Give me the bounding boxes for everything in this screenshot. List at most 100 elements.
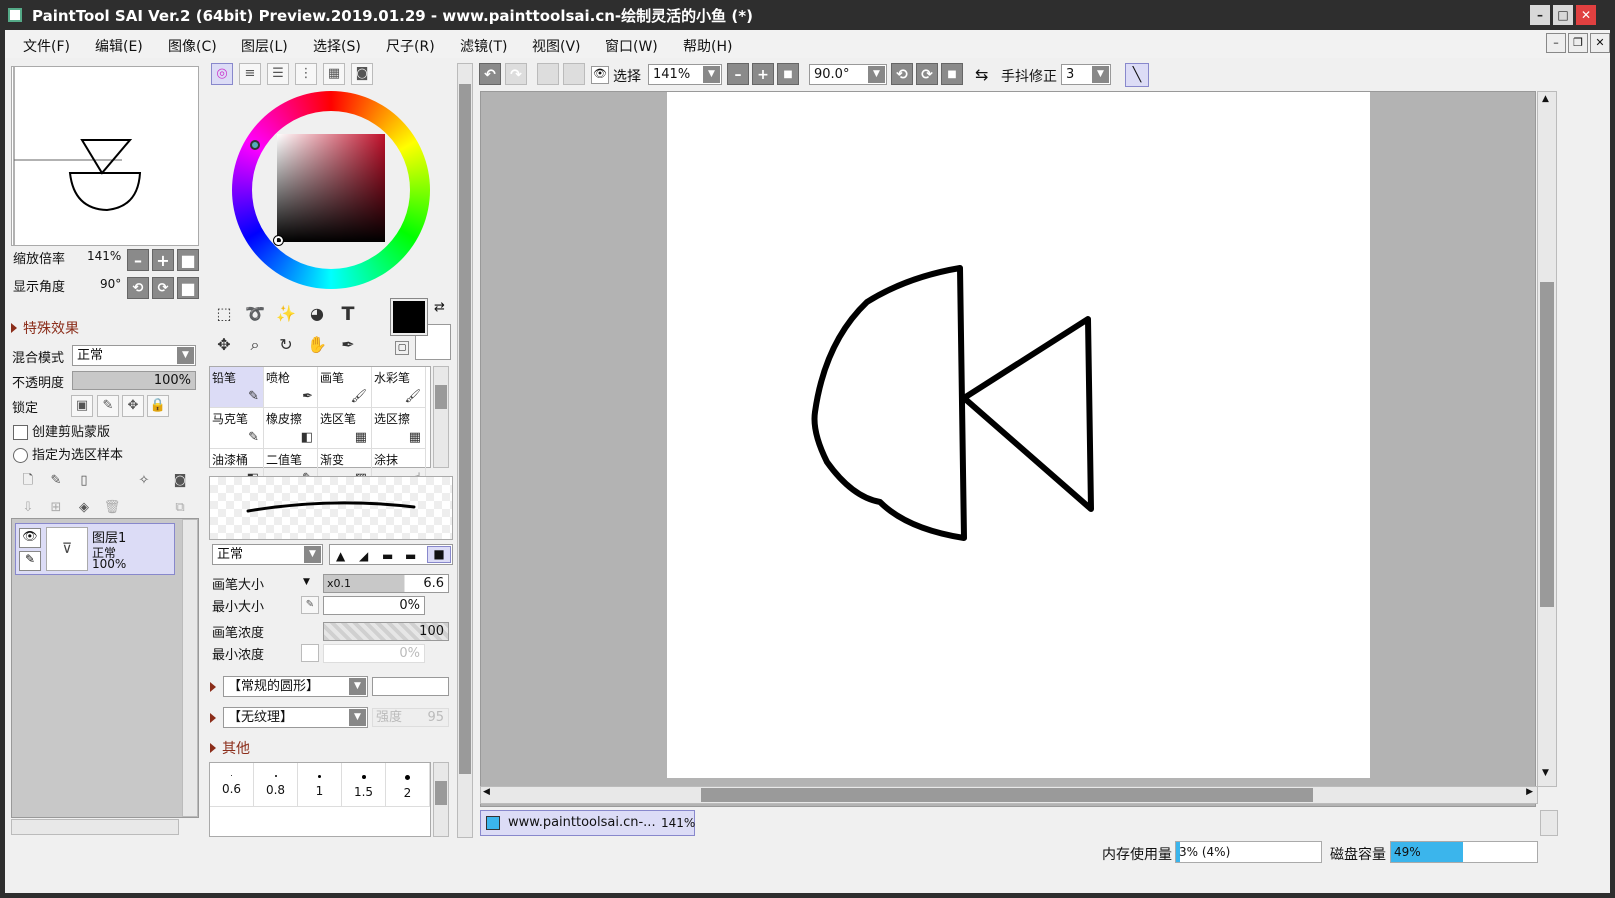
minimize-button[interactable]: – [1530, 5, 1550, 25]
rotate-right-button[interactable]: ⟳ [152, 277, 174, 299]
other-section[interactable]: 其他 [210, 738, 250, 758]
navigator-preview[interactable] [11, 66, 199, 246]
rotate-reset-button[interactable]: ■ [177, 277, 199, 299]
deselect-button[interactable] [537, 63, 559, 85]
shape-icon[interactable]: ◕ [304, 301, 330, 327]
clear-layer-icon[interactable]: ◈ [73, 498, 95, 520]
texture-strength-field[interactable]: 强度 95 [372, 708, 449, 727]
brush-tool-7[interactable]: 选区擦 ▦ [372, 408, 426, 449]
hand-tool-icon[interactable]: ✋ [304, 332, 330, 358]
redo-button[interactable]: ↷ [505, 63, 527, 85]
size-preset-0[interactable]: 0.6 [210, 763, 254, 807]
move-tool-icon[interactable]: ✥ [211, 332, 237, 358]
mask-icon[interactable]: ◙ [169, 471, 191, 493]
color-picker[interactable] [209, 88, 449, 298]
zoom-select[interactable]: 141% ▼ [648, 64, 722, 85]
blend-mode-select[interactable]: 正常 ▼ [72, 345, 196, 366]
canvas-vscrollbar[interactable]: ▲ ▼ [1537, 91, 1557, 787]
menu-view[interactable]: 视图(V) [532, 36, 581, 56]
hsv-slider-tab[interactable]: ☰ [267, 63, 289, 85]
opacity-slider[interactable]: 100% [72, 371, 196, 390]
brush-size-slider[interactable]: x0.1 6.6 [323, 574, 449, 593]
text-tool-icon[interactable]: T [335, 301, 361, 327]
effects-section[interactable]: 特殊效果 [11, 318, 79, 338]
angle-select[interactable]: 90.0° ▼ [809, 64, 887, 85]
tool-panel-scrollbar[interactable] [457, 63, 473, 838]
hue-handle[interactable] [250, 140, 260, 150]
zoom-tool-icon[interactable]: ⌕ [242, 332, 268, 358]
density-slider[interactable]: 100 [323, 622, 449, 641]
brush-shape-select[interactable]: 【常规的圆形】 ▼ [223, 676, 368, 697]
canvas-viewport[interactable] [480, 91, 1536, 807]
new-layer-icon[interactable]: 🗋 [17, 471, 39, 493]
toolbar-rotate-left-button[interactable]: ⟲ [891, 63, 913, 85]
menu-layer[interactable]: 图层(L) [241, 36, 288, 56]
pencil-icon[interactable]: ✎ [19, 551, 41, 571]
zoom-reset-button[interactable]: ■ [177, 249, 199, 271]
magic-wand-icon[interactable]: ✨ [273, 301, 299, 327]
tab-scroll[interactable] [1540, 810, 1558, 836]
scroll-left-icon[interactable]: ◀ [483, 787, 490, 797]
lock-all-icon[interactable]: 🔒 [147, 395, 169, 417]
pressure-size-icon[interactable]: ✎ [301, 596, 319, 614]
scroll-up-icon[interactable]: ▲ [1542, 94, 1549, 104]
lock-transparency-icon[interactable]: ▣ [71, 395, 93, 417]
eye-icon[interactable]: 👁 [19, 528, 41, 548]
eye-icon[interactable]: 👁 [591, 66, 609, 84]
zoom-in-button[interactable]: + [152, 249, 174, 271]
scratchpad-tab[interactable]: ◙ [351, 63, 373, 85]
rgb-slider-tab[interactable]: ≡ [239, 63, 261, 85]
size-expand-icon[interactable]: ▼ [303, 577, 310, 587]
color-handle[interactable] [273, 235, 284, 246]
lock-paint-icon[interactable]: ✎ [97, 395, 119, 417]
shape-hard-icon[interactable]: ■ [427, 546, 451, 563]
brush-mode-select[interactable]: 正常 ▼ [212, 544, 323, 565]
hscroll-thumb[interactable] [701, 788, 1313, 802]
merge-down-icon[interactable]: ⊞ [45, 498, 67, 520]
lock-move-icon[interactable]: ✥ [122, 395, 144, 417]
menu-select[interactable]: 选择(S) [313, 36, 361, 56]
shape-round-icon[interactable]: ◢ [359, 549, 368, 563]
layer-list-hscrollbar[interactable] [11, 819, 179, 835]
saturation-value-square[interactable] [277, 134, 385, 242]
brush-grid-scrollbar[interactable] [433, 366, 449, 468]
menu-help[interactable]: 帮助(H) [683, 36, 732, 56]
toolbar-zoom-in-button[interactable]: + [752, 63, 774, 85]
texture-expand-icon[interactable] [210, 713, 216, 723]
menu-filter[interactable]: 滤镜(T) [460, 36, 507, 56]
shape-soft-icon[interactable]: ▲ [336, 549, 345, 563]
brush-tool-4[interactable]: 马克笔 ✎ [210, 408, 264, 449]
sample-radio-row[interactable]: 指定为选区样本 [13, 444, 123, 463]
toolbar-zoom-reset-button[interactable]: ■ [777, 63, 799, 85]
sample-radio[interactable] [13, 448, 28, 463]
canvas-hscrollbar[interactable]: ◀ ▶ [480, 786, 1538, 804]
drawing-canvas[interactable] [667, 92, 1370, 778]
invert-select-button[interactable] [563, 63, 585, 85]
shape-flat-icon[interactable]: ▬ [382, 549, 393, 563]
layer-effect-icon[interactable]: ✧ [133, 471, 155, 493]
brush-tool-2[interactable]: 画笔 🖌 [318, 367, 372, 408]
document-tab[interactable]: www.painttoolsai.cn-... 141% [480, 810, 695, 836]
toolbar-zoom-out-button[interactable]: – [727, 63, 749, 85]
doc-restore-button[interactable]: ❐ [1568, 33, 1588, 53]
new-linework-icon[interactable]: ✎ [45, 471, 67, 493]
primary-color-swatch[interactable] [390, 298, 428, 336]
vscroll-thumb[interactable] [1540, 282, 1554, 607]
color-wheel-tab[interactable]: ◎ [211, 63, 233, 85]
line-stabilizer-icon[interactable]: ╲ [1125, 63, 1149, 87]
menu-image[interactable]: 图像(C) [168, 36, 217, 56]
eyedropper-icon[interactable]: ✒ [335, 332, 361, 358]
brush-tool-3[interactable]: 水彩笔 🖌 [372, 367, 426, 408]
transfer-down-icon[interactable]: ⇩ [17, 498, 39, 520]
close-button[interactable]: ✕ [1576, 5, 1596, 25]
toolbar-rotate-right-button[interactable]: ⟳ [916, 63, 938, 85]
rotate-tool-icon[interactable]: ↻ [273, 332, 299, 358]
undo-button[interactable]: ↶ [479, 63, 501, 85]
size-preset-1[interactable]: 0.8 [254, 763, 298, 807]
min-density-slider[interactable]: 0% [323, 644, 425, 663]
doc-close-button[interactable]: ✕ [1590, 33, 1610, 53]
size-preset-3[interactable]: 1.5 [342, 763, 386, 807]
clip-checkbox-row[interactable]: 创建剪贴蒙版 [13, 421, 110, 440]
shape-square-icon[interactable]: ▬ [405, 549, 416, 563]
brush-tool-1[interactable]: 喷枪 ✒ [264, 367, 318, 408]
